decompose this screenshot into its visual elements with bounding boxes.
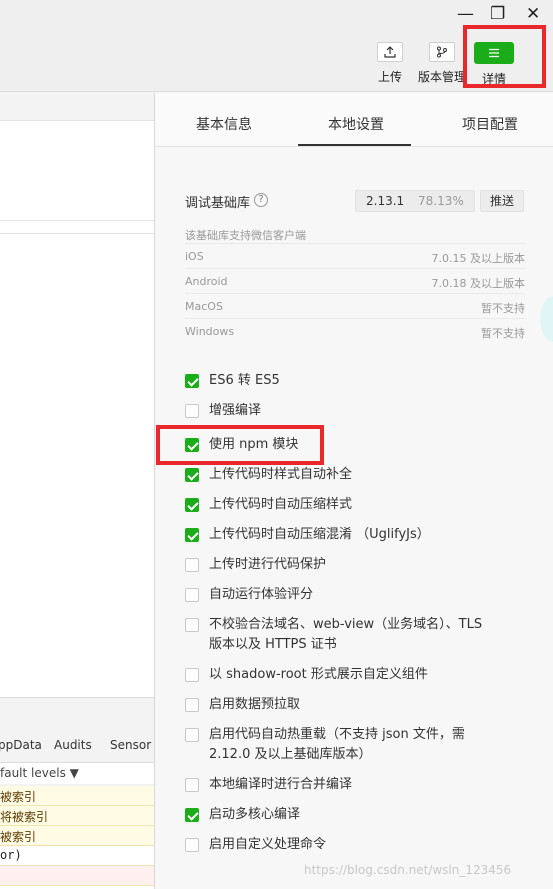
option-label-line2: 2.12.0 及以上基础库版本）	[209, 747, 372, 762]
option-label: 上传时进行代码保护	[209, 557, 327, 572]
option-label-line2: 版本以及 HTTPS 证书	[209, 637, 337, 652]
support-os: MacOS	[185, 300, 223, 313]
close-icon[interactable]: ✕	[526, 4, 540, 24]
branch-icon	[429, 42, 455, 62]
support-row: iOS 7.0.15 及以上版本	[185, 243, 525, 268]
watermark: https://blog.csdn.net/wsln_123456	[304, 863, 512, 877]
option-label: 启用自定义处理命令	[209, 837, 327, 852]
option-label: 本地编译时进行合并编译	[209, 777, 353, 792]
console-log-row: 被索引	[0, 786, 154, 806]
tab-sensor[interactable]: Sensor	[110, 738, 151, 752]
checkbox[interactable]	[185, 778, 199, 792]
checkbox[interactable]	[185, 438, 199, 452]
support-os: Windows	[185, 325, 235, 338]
option-label: 增强编译	[209, 403, 262, 418]
support-requirement: 暂不支持	[481, 302, 525, 315]
upload-button[interactable]: 上传	[364, 42, 416, 85]
version-management-button[interactable]: 版本管理	[416, 42, 468, 85]
option-label: 以 shadow-root 形式展示自定义组件	[209, 667, 428, 682]
checkbox[interactable]	[185, 618, 199, 632]
support-row: Android 7.0.18 及以上版本	[185, 268, 525, 293]
checkbox[interactable]	[185, 808, 199, 822]
base-library-select[interactable]: 2.13.1 78.13%	[355, 190, 475, 212]
support-os: iOS	[185, 250, 204, 263]
option-label: 上传代码时样式自动补全	[209, 467, 353, 482]
option-label: 启动多核心编译	[209, 807, 301, 822]
checkbox[interactable]	[185, 374, 199, 388]
console-log-row	[0, 866, 154, 886]
editor-area: ppData Audits Sensor fault levels ▼ 被索引 …	[0, 93, 154, 889]
support-row: MacOS 暂不支持	[185, 293, 525, 318]
console-log-row: or)	[0, 846, 154, 866]
base-library-coverage: 78.13%	[418, 194, 464, 208]
top-toolbar: — ❐ ✕ 上传 版本管理 详情	[0, 0, 553, 92]
checkbox[interactable]	[185, 528, 199, 542]
details-panel: 基本信息 本地设置 项目配置 调试基础库 ? 2.13.1 78.13% 推送 …	[154, 93, 553, 889]
version-management-label: 版本管理	[417, 70, 466, 84]
base-library-version: 2.13.1	[366, 194, 405, 208]
option-label: ES6 转 ES5	[209, 373, 280, 388]
support-row: Windows 暂不支持	[185, 318, 525, 343]
details-label: 详情	[481, 72, 506, 86]
tab-appdata[interactable]: ppData	[0, 738, 42, 752]
tab-local-settings[interactable]: 本地设置	[328, 114, 384, 134]
support-requirement: 7.0.18 及以上版本	[431, 277, 525, 290]
option-label: 不校验合法域名、web-view（业务域名）、TLS	[209, 617, 483, 632]
checkbox[interactable]	[185, 698, 199, 712]
option-label: 上传代码时自动压缩样式	[209, 497, 353, 512]
divider	[0, 220, 154, 221]
console-log-row: 被索引	[0, 826, 154, 846]
support-requirement: 7.0.15 及以上版本	[431, 252, 525, 265]
maximize-icon[interactable]: ❐	[490, 4, 505, 24]
support-requirement: 暂不支持	[481, 327, 525, 340]
upload-icon	[377, 42, 403, 62]
minimize-icon[interactable]: —	[457, 4, 474, 24]
support-os: Android	[185, 275, 228, 288]
tab-project-config[interactable]: 项目配置	[462, 114, 518, 134]
checkbox[interactable]	[185, 838, 199, 852]
checkbox[interactable]	[185, 404, 199, 418]
active-tab-indicator	[298, 144, 411, 146]
checkbox[interactable]	[185, 728, 199, 742]
base-library-row: 调试基础库 ? 2.13.1 78.13% 推送	[185, 190, 525, 212]
checkbox[interactable]	[185, 668, 199, 682]
editor-tab-strip	[0, 93, 154, 121]
checkbox[interactable]	[185, 588, 199, 602]
console-log-row: 将被索引	[0, 806, 154, 826]
checkbox[interactable]	[185, 558, 199, 572]
option-label: 自动运行体验评分	[209, 587, 314, 602]
log-level-select[interactable]: fault levels ▼	[0, 762, 154, 784]
help-icon[interactable]: ?	[254, 193, 268, 207]
push-button[interactable]: 推送	[480, 190, 524, 212]
tab-basic-info[interactable]: 基本信息	[196, 114, 252, 134]
checkbox[interactable]	[185, 498, 199, 512]
details-tabs: 基本信息 本地设置 项目配置	[155, 93, 553, 147]
option-label: 启用数据预拉取	[209, 697, 301, 712]
upload-label: 上传	[377, 70, 402, 84]
base-library-label: 调试基础库	[185, 196, 251, 211]
details-button[interactable]: 详情	[468, 42, 520, 87]
support-note: 该基础库支持微信客户端	[185, 229, 306, 242]
option-label: 使用 npm 模块	[209, 437, 299, 452]
divider	[0, 233, 154, 234]
menu-icon	[474, 42, 514, 64]
tab-audits[interactable]: Audits	[54, 738, 92, 752]
option-label: 启用代码自动热重载（不支持 json 文件，需	[209, 727, 465, 742]
checkbox[interactable]	[185, 468, 199, 482]
option-label: 上传代码时自动压缩混淆 （UglifyJs）	[209, 527, 430, 542]
